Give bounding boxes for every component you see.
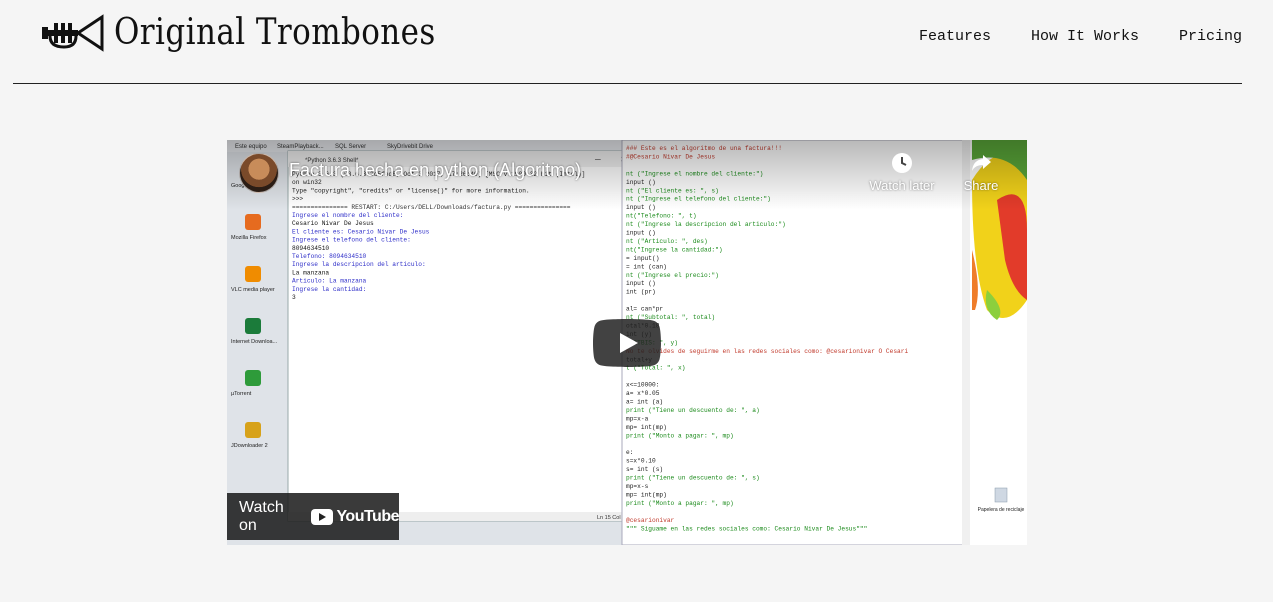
editor-line: int (pr) [626,289,656,296]
editor-line: mp= int(mp) [626,424,667,431]
editor-line: input () [626,280,656,287]
header-divider [13,83,1242,84]
clock-icon [892,153,912,173]
trumpet-icon [42,13,104,52]
editor-line: s= int (s) [626,466,663,473]
desktop-icon-label: VLC media player [231,287,275,293]
share-label: Share [963,178,999,193]
youtube-logo: YouTube [311,508,399,526]
nav-link-pricing[interactable]: Pricing [1179,28,1242,45]
editor-line: No te olvides de seguirme en las redes s… [626,348,908,355]
brand-name: Original Trombones [114,12,436,53]
watch-on-youtube-button[interactable]: Watch on YouTube [227,493,399,540]
shell-line: Telefono: 8094634510 [292,253,367,260]
desktop-icon-label: µTorrent [231,391,252,397]
svg-text:Papelera de reciclaje: Papelera de reciclaje [978,507,1025,513]
editor-line: input () [626,230,656,237]
desktop-icon-label: Mozilla Firefox [231,235,267,241]
editor-line: mp=x-a [626,415,649,422]
nav-link-how-it-works[interactable]: How It Works [1031,28,1139,45]
desktop-app-icon [245,422,261,438]
shell-line: Ingrese la cantidad: [292,286,366,293]
editor-line: = input() [626,255,659,262]
main-nav: Features How It Works Pricing [919,28,1242,45]
youtube-wordmark: YouTube [336,507,399,525]
editor-line: mp=x-s [626,483,649,490]
shell-line: Ingrese la descripcion del articulo: [292,261,426,268]
watch-on-label: Watch on [239,498,284,534]
svg-text:Ln 15 Col 0: Ln 15 Col 0 [597,515,625,521]
editor-line: nt("Telefono: ", t) [626,213,697,220]
desktop-icon-label: JDownloader 2 [231,443,268,449]
editor-line: nt ("Ingrese la descripcion del articulo… [626,221,786,228]
editor-line: @cesarionivar [626,517,675,524]
editor-line: a= x*0.05 [626,390,660,397]
share-icon [972,155,991,171]
desktop-icon-label: Internet Downloa... [231,339,278,345]
editor-line: print ("Monto a pagar: ", mp) [626,432,734,439]
editor-line: nt ("Ingrese el precio:") [626,272,719,279]
editor-line: e: [626,449,633,456]
desktop-app-icon [245,370,261,386]
editor-line: print ("Tiene un descuento de: ", a) [626,407,760,414]
share-button[interactable]: Share [946,152,1016,193]
shell-line: 3 [292,294,296,301]
editor-line: """ Siguame en las redes sociales como: … [626,525,867,532]
site-header: Original Trombones Features How It Works… [0,0,1273,84]
editor-line: nt ("Articulo: ", des) [626,238,708,245]
shell-line: Cesario Nivar De Jesus [292,220,374,227]
editor-line: print ("Monto a pagar: ", mp) [626,500,734,507]
editor-line: x<=10000: [626,382,659,389]
desktop-app-icon [245,214,261,230]
editor-line: nt("Ingrese la cantidad:") [626,246,723,253]
editor-line: mp= int(mp) [626,491,667,498]
brand-logo[interactable]: Original Trombones [42,12,488,53]
youtube-embed[interactable]: Este equipoSteamPlayback...SQL ServerSky… [227,140,1027,545]
editor-line: al= can*pr [626,306,663,313]
editor-line: = int (can) [626,263,667,270]
editor-line: print ("Tiene un descuento de: ", s) [626,475,760,482]
nav-link-features[interactable]: Features [919,28,991,45]
watch-later-label: Watch later [869,178,935,193]
shell-line: El cliente es: Cesario Nivar De Jesus [292,228,430,235]
play-icon[interactable] [593,319,661,367]
youtube-play-icon [311,508,334,525]
shell-line: La manzana [292,269,329,276]
video-title[interactable]: Factura hecha en python (Algoritmo) [289,160,581,181]
editor-line: s=x*0.10 [626,458,656,465]
desktop-app-icon [245,266,261,282]
desktop-app-icon [245,318,261,334]
shell-line: 8094634510 [292,245,329,252]
watch-later-button[interactable]: Watch later [867,152,937,193]
shell-line: Articulo: La manzana [292,278,367,285]
editor-line: a= int (a) [626,399,663,406]
shell-line: Ingrese el telefono del cliente: [292,237,411,244]
channel-avatar[interactable] [239,153,279,193]
shell-line: Ingrese el nombre del cliente: [292,212,403,219]
